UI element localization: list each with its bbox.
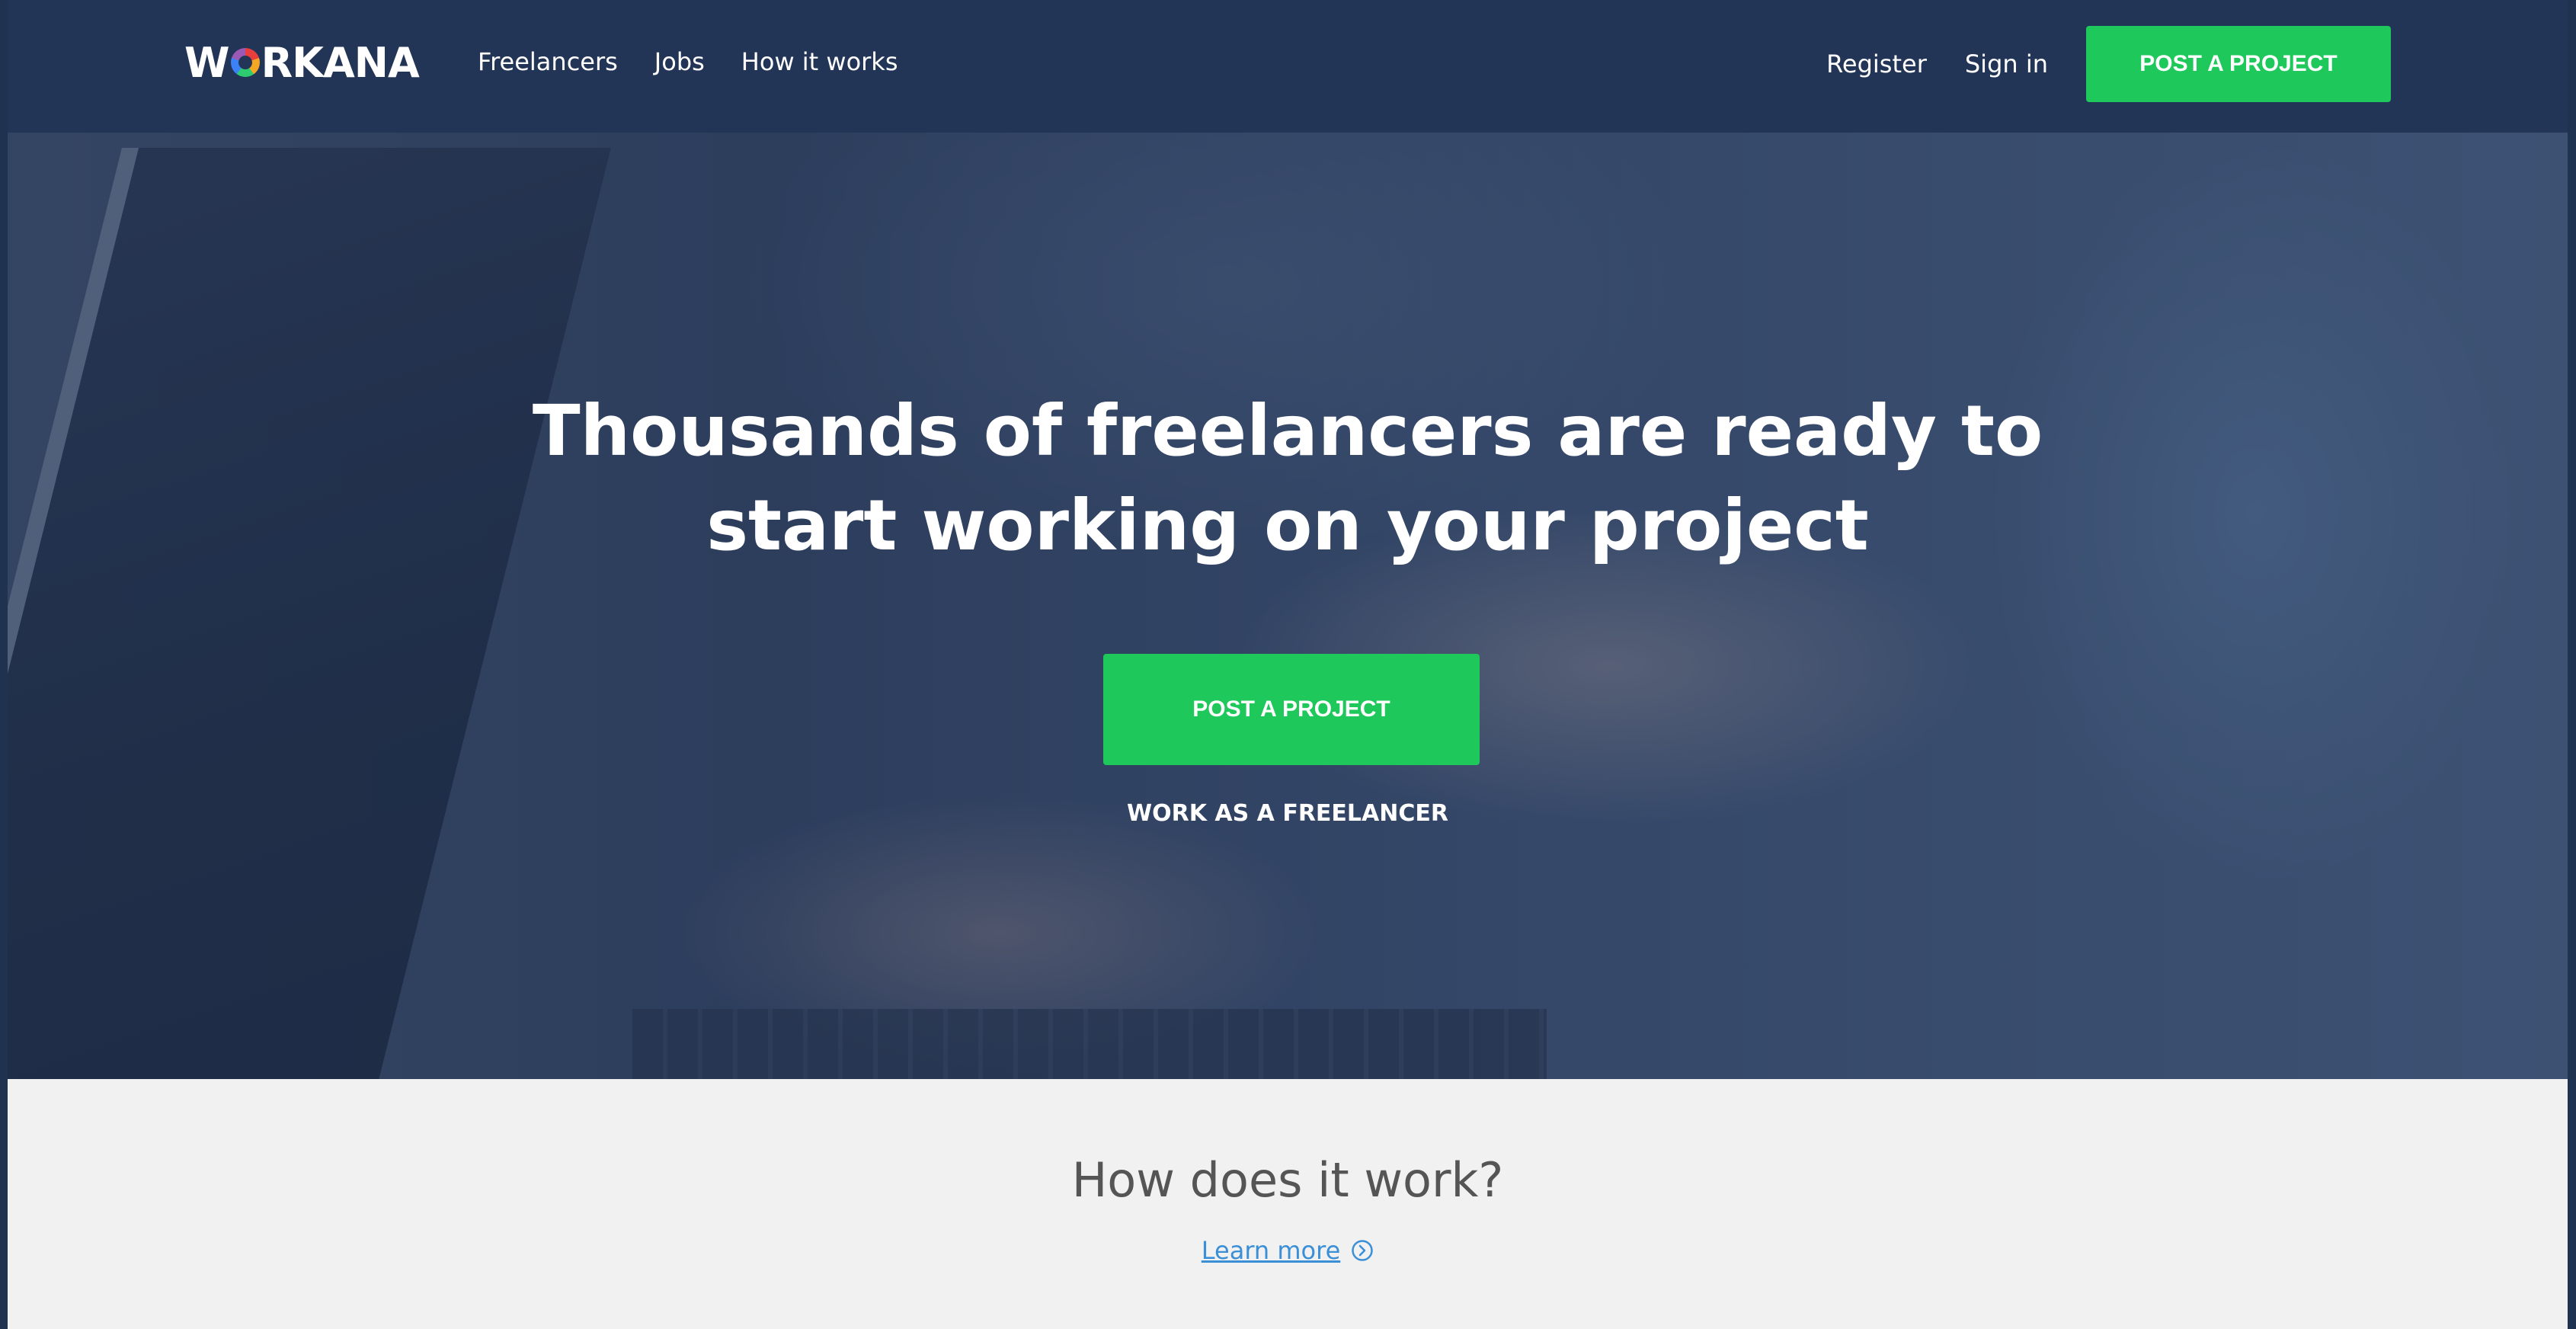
- nav-link-freelancers[interactable]: Freelancers: [478, 47, 618, 76]
- hero-overlay: [8, 133, 2568, 1079]
- hero-title-line-1: Thousands of freelancers are ready to: [532, 390, 2043, 472]
- primary-nav: Freelancers Jobs How it works: [478, 47, 898, 76]
- post-project-hero-button[interactable]: POST A PROJECT: [1103, 654, 1480, 765]
- nav-link-how-it-works[interactable]: How it works: [741, 47, 898, 76]
- logo-rest: RKANA: [261, 38, 420, 87]
- logo-w: W: [184, 38, 230, 87]
- how-it-works-section: How does it work? Learn more: [8, 1079, 2568, 1329]
- nav-link-jobs[interactable]: Jobs: [654, 47, 705, 76]
- workana-logo[interactable]: W RKANA: [184, 38, 420, 87]
- how-it-works-title: How does it work?: [1071, 1152, 1504, 1208]
- sign-in-link[interactable]: Sign in: [1965, 50, 2048, 78]
- work-as-freelancer-link[interactable]: WORK AS A FREELANCER: [8, 800, 2568, 827]
- chevron-right-circle-icon: [1351, 1239, 1374, 1262]
- register-link[interactable]: Register: [1826, 50, 1927, 78]
- page-frame: W RKANA Freelancers Jobs How it works Reg…: [8, 0, 2568, 1329]
- post-project-nav-button[interactable]: POST A PROJECT: [2086, 26, 2391, 102]
- nav-account-area: Register Sign in POST A PROJECT: [1826, 26, 2391, 102]
- top-navbar: W RKANA Freelancers Jobs How it works Reg…: [8, 0, 2568, 133]
- hero-title: Thousands of freelancers are ready to st…: [8, 384, 2568, 573]
- learn-more-link[interactable]: Learn more: [8, 1236, 2568, 1265]
- learn-more-label: Learn more: [1201, 1236, 1341, 1265]
- logo-ring-icon: [230, 48, 260, 77]
- hero-title-line-2: start working on your project: [706, 485, 1869, 566]
- hero-section: Thousands of freelancers are ready to st…: [8, 133, 2568, 1079]
